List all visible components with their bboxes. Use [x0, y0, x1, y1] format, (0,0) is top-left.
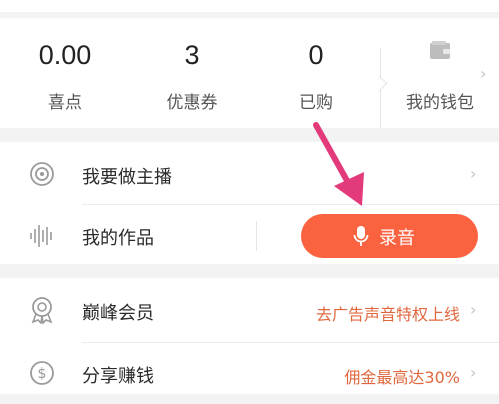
stat-value: 0: [308, 40, 324, 70]
dollar-coin-icon: $: [30, 361, 54, 385]
chevron-right-icon: ›: [470, 363, 477, 382]
menu-label-works: 我的作品: [82, 228, 154, 249]
menu-label-host: 我要做主播: [82, 167, 172, 188]
waveform-icon: [30, 225, 52, 247]
broadcast-icon: [30, 162, 54, 186]
vip-promo-text: 去广告声音特权上线: [315, 305, 460, 324]
microphone-icon: [353, 226, 369, 246]
share-promo-text: 佣金最高达30%: [344, 368, 460, 387]
menu-item-vip[interactable]: 巅峰会员 去广告声音特权上线 ›: [0, 282, 499, 343]
menu-item-share[interactable]: $ 分享赚钱 佣金最高达30% ›: [0, 343, 499, 404]
stat-xidian[interactable]: 0.00 喜点: [0, 18, 130, 128]
chevron-right-icon: ›: [470, 164, 477, 183]
stat-value: 0.00: [38, 40, 92, 70]
top-strip: [0, 0, 499, 12]
menu-label-share: 分享赚钱: [82, 366, 154, 387]
stats-bar: 0.00 喜点 3 优惠券 0 已购 我的钱包 ›: [0, 18, 499, 128]
medal-icon: [31, 297, 53, 324]
record-button[interactable]: 录音: [301, 214, 478, 258]
wallet-label: 我的钱包: [406, 93, 474, 113]
menu-item-host[interactable]: 我要做主播 ›: [0, 144, 499, 205]
stat-label: 优惠券: [166, 93, 218, 113]
stat-coupons[interactable]: 3 优惠券: [128, 18, 256, 128]
vertical-divider: [256, 221, 257, 251]
stat-purchased[interactable]: 0 已购: [252, 18, 380, 128]
wallet-chevron-icon: ›: [480, 64, 487, 83]
record-label: 录音: [379, 228, 415, 249]
chevron-right-icon: ›: [470, 300, 477, 319]
menu-label-vip: 巅峰会员: [82, 303, 154, 324]
stat-label: 喜点: [48, 93, 82, 113]
stat-value: 3: [184, 40, 200, 70]
svg-text:$: $: [38, 366, 47, 382]
wallet-icon: [430, 41, 450, 59]
stat-label: 已购: [299, 93, 333, 113]
member-card: 巅峰会员 去广告声音特权上线 › $ 分享赚钱 佣金最高达30% ›: [0, 278, 499, 394]
